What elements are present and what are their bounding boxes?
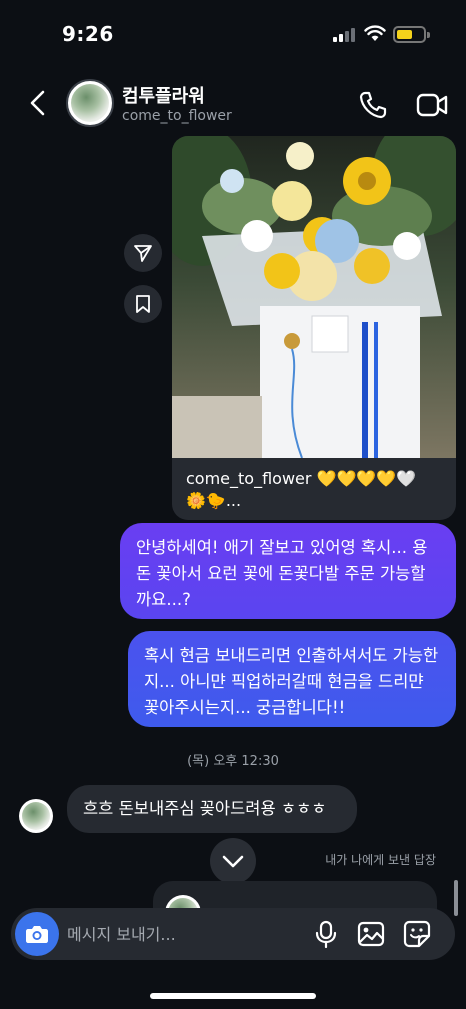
phone-icon[interactable] [358,90,388,120]
scrollbar[interactable] [454,880,458,916]
sticker-icon[interactable] [403,920,431,948]
reply-label: 내가 나에게 보낸 답장 [325,853,436,867]
contact-handle[interactable]: come_to_flower [122,108,232,124]
flower-bouquet-photo[interactable] [172,136,456,458]
camera-button[interactable] [15,912,59,956]
message-composer [11,908,455,960]
shared-post-card[interactable]: come_to_flower 💛💛💛💛🤍 🌼🐤... [172,136,456,520]
camera-icon [26,926,48,943]
chevron-down-icon [222,855,244,868]
video-camera-icon[interactable] [416,92,448,118]
wifi-icon [364,25,386,41]
share-icon [134,245,152,262]
battery-icon [393,26,430,43]
profile-avatar[interactable] [66,79,114,127]
status-bar: 9:26 [0,0,466,70]
chat-header: 컴투플라워 come_to_flower [0,70,466,136]
bookmark-icon [136,295,150,313]
status-time: 9:26 [62,22,114,46]
sender-avatar[interactable] [19,799,53,833]
share-button[interactable] [124,234,162,272]
message-timestamp: (목) 오후 12:30 [187,754,279,769]
post-caption-line1: come_to_flower 💛💛💛💛🤍 [186,469,417,488]
microphone-icon[interactable] [315,920,337,948]
back-chevron-icon[interactable] [26,88,50,118]
post-caption-line2: 🌼🐤... [186,491,242,510]
save-button[interactable] [124,285,162,323]
cellular-signal-icon [333,28,357,42]
incoming-message[interactable]: 흐흐 돈보내주심 꽂아드려용 ㅎㅎㅎ [67,785,357,833]
post-caption: come_to_flower 💛💛💛💛🤍 🌼🐤... [186,468,448,512]
scroll-to-bottom-button[interactable] [210,838,256,884]
outgoing-message[interactable]: 안녕하세여! 애기 잘보고 있어영 혹시... 용돈 꽃아서 요런 꽃에 돈꽃다… [120,523,456,619]
home-indicator[interactable] [150,993,316,999]
contact-name[interactable]: 컴투플라워 [122,82,205,108]
outgoing-message[interactable]: 혹시 현금 보내드리면 인출하셔서도 가능한지... 아니먄 픽업하러갈때 현금… [128,631,456,727]
message-input[interactable] [67,920,297,948]
image-icon[interactable] [357,920,385,948]
